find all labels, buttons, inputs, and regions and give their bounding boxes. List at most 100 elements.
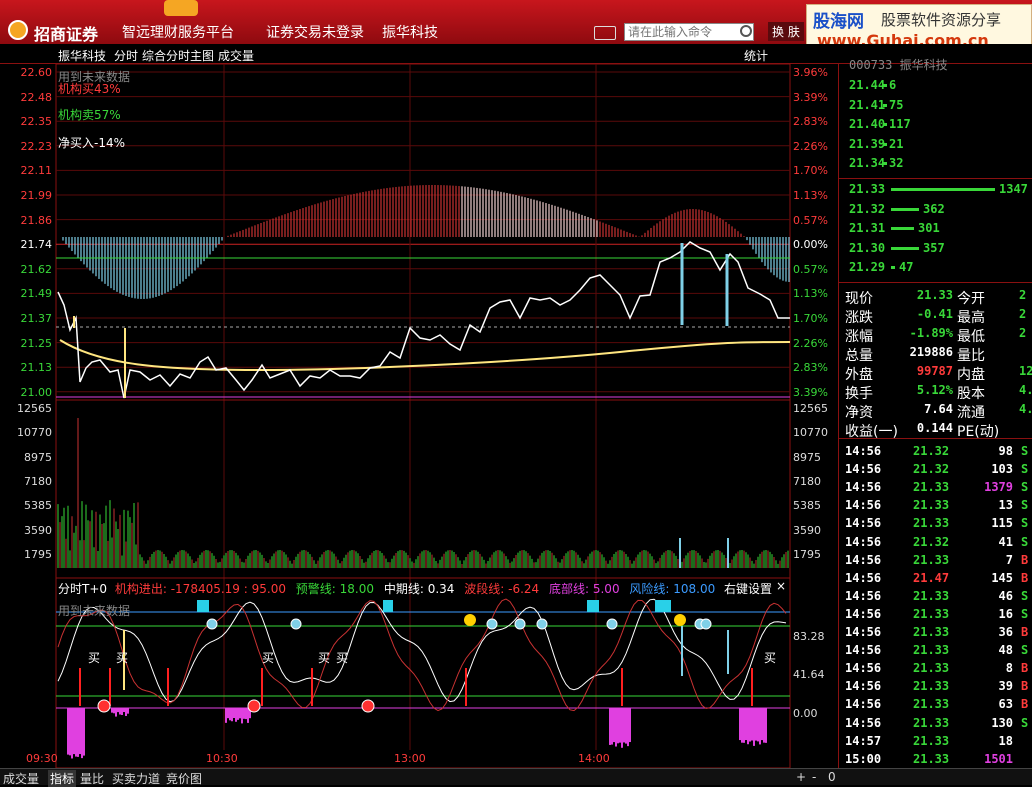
tick-side: B (1021, 697, 1029, 712)
book-divider (839, 178, 1032, 179)
stat-value-2: 4. (1019, 402, 1032, 416)
smile-icon (464, 614, 476, 626)
stat-value: 219886 (909, 345, 953, 359)
bid-volume: 1347 (999, 182, 1028, 196)
tick-time: 14:57 (845, 733, 882, 748)
tick-price: 21.47 (913, 570, 950, 585)
tick-side: S (1021, 606, 1029, 621)
stat-label: 总量 (845, 348, 873, 364)
ask-bar (883, 142, 887, 146)
tick-time: 14:56 (845, 588, 882, 603)
stat-label: 涨幅 (845, 329, 873, 345)
tick-volume: 39 (998, 679, 1013, 694)
indicator-name: 分时T+0 (58, 582, 108, 596)
bid-volume: 301 (918, 221, 940, 235)
ask-volume: 75 (889, 97, 904, 112)
risk-value: 风险线: 108.00 (629, 582, 716, 596)
tick-volume: 36 (998, 625, 1013, 639)
indicator-settings[interactable]: 右键设置 (724, 580, 772, 597)
ask-bar (883, 103, 887, 107)
ind-axis-1: 83.28 (793, 630, 825, 643)
tick-side: B (1021, 679, 1029, 694)
tick-time: 14:56 (845, 679, 882, 694)
tick-time: 14:56 (845, 625, 882, 639)
net-buy-label: 净买入-14% (58, 136, 126, 150)
tick-time: 14:56 (845, 498, 882, 513)
tick-volume: 1501 (984, 751, 1013, 766)
close-icon[interactable]: × (776, 579, 786, 593)
tab-volume-ratio[interactable]: 量比 (80, 770, 104, 787)
indicator-header: 分时T+0 机构进出: -178405.19 : 95.00 预警线: 18.0… (58, 580, 715, 597)
tick-side: S (1021, 480, 1029, 495)
tick-time: 14:56 (845, 715, 882, 730)
tick-price: 21.32 (913, 534, 950, 549)
tick-time: 14:56 (845, 643, 882, 658)
ind-axis-2: 41.64 (793, 668, 825, 681)
bid-volume: 47 (899, 260, 914, 274)
chart-frame (55, 63, 791, 768)
ask-volume: 32 (889, 156, 904, 170)
tick-side: S (1021, 588, 1029, 603)
ind-axis-3: 0.00 (793, 707, 818, 720)
bid-volume: 362 (923, 201, 945, 216)
stat-label: 涨跌 (845, 310, 873, 326)
tick-time: 15:00 (845, 751, 882, 766)
smile-icon (674, 614, 686, 626)
stat-value: 0.144 (916, 421, 953, 435)
stats-divider (839, 282, 1032, 283)
zoom-in-button[interactable]: + (796, 770, 806, 784)
tick-price: 21.33 (913, 480, 950, 495)
tick-side: S (1021, 498, 1029, 513)
bid-bar (891, 188, 995, 191)
bid-price: 21.33 (849, 182, 886, 196)
stat-value: 99787 (916, 364, 953, 378)
tick-price: 21.33 (913, 498, 950, 513)
stat-label: 外盘 (845, 367, 873, 383)
ticks-divider (839, 438, 1032, 439)
tick-time: 14:56 (845, 552, 882, 567)
tab-bidask-force[interactable]: 买卖力道 (112, 770, 160, 787)
tick-price: 21.33 (913, 643, 950, 658)
tick-time: 14:56 (845, 516, 882, 531)
tick-side: S (1021, 516, 1029, 531)
stat-label: 换手 (845, 386, 873, 402)
bid-price: 21.29 (849, 260, 886, 274)
stat-label-2: 量比 (957, 348, 985, 364)
tick-time: 14:56 (845, 444, 882, 458)
tab-volume[interactable]: 成交量 (3, 770, 39, 787)
tick-side: B (1021, 625, 1029, 639)
tab-indicator[interactable]: 指标 (48, 770, 77, 787)
stat-label-2: 今开 (957, 291, 985, 307)
reset-button[interactable]: 0 (828, 770, 836, 784)
stat-label-2: 流通 (957, 405, 985, 421)
average-price-line (59, 339, 791, 372)
buy-label: 买 (318, 651, 330, 665)
quote-panel: 000733 振华科技 21.44 6 21.41 75 21.40 117 21.39 21… (838, 58, 1032, 768)
zoom-out-button[interactable]: - (812, 770, 816, 784)
main-chart: 买买买买买买 (55, 63, 791, 768)
bid-bar (891, 207, 919, 211)
ask-bar (883, 84, 887, 87)
stat-label-2: 最低 (957, 329, 985, 345)
stat-value: 5.12% (916, 383, 953, 397)
stat-value-2: 2 (1019, 326, 1027, 340)
alert-dot (97, 699, 111, 713)
bottom-value: 底部线: 5.00 (549, 582, 620, 596)
buy-label: 买 (336, 651, 348, 665)
time-axis-1030: 10:30 (206, 752, 238, 765)
signal-dot (206, 618, 218, 630)
tick-side: B (1021, 570, 1029, 585)
tick-volume: 8 (1005, 661, 1013, 676)
ask-price: 21.39 (849, 136, 886, 151)
tick-price: 21.33 (913, 679, 950, 694)
ask-price: 21.34 (849, 156, 886, 170)
ask-bar (883, 123, 887, 126)
signal-dot (514, 618, 526, 630)
inst-buy-label: 机构买43% (58, 82, 121, 96)
bid-bar (891, 246, 919, 250)
buy-label: 买 (764, 651, 776, 665)
tab-auction[interactable]: 竞价图 (166, 770, 202, 787)
stat-value: 7.64 (924, 402, 953, 416)
tick-time: 14:56 (845, 534, 882, 549)
tick-volume: 130 (991, 715, 1013, 730)
